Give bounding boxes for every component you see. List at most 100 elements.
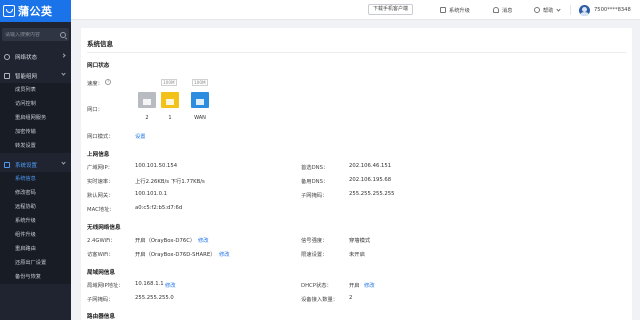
settings-icon [4, 161, 10, 168]
account-menu[interactable]: 7500****8348 [579, 4, 631, 16]
sidebar-search [2, 28, 69, 41]
ethernet-port-icon [161, 92, 179, 108]
lan-subnet-mask-value: 255.255.255.0 [135, 295, 174, 301]
section-router-info: 路由器信息 [87, 314, 115, 320]
sidebar-item-restart-router[interactable]: 重启路由 [0, 242, 71, 256]
dhcp-edit-link[interactable]: 修改 [364, 281, 375, 289]
port-speed-tag: 100M [161, 79, 177, 86]
sidebar-item-system-upgrade[interactable]: 系统升级 [0, 214, 71, 228]
messages-link[interactable]: 消息 [493, 5, 512, 15]
account-name: 7500****8348 [594, 7, 631, 13]
help-label: 帮助 [543, 7, 554, 14]
avatar [579, 4, 590, 16]
dhcp-status-label: DHCP状态： [301, 283, 332, 289]
sidebar-item-remote-assist[interactable]: 远程协助 [0, 200, 71, 214]
chevron-right-icon [61, 53, 66, 58]
sidebar-group-label: 系统设置 [15, 162, 38, 169]
lan-subnet-mask-label: 子网掩码： [87, 297, 114, 303]
section-lan-info: 局域网信息 [87, 270, 115, 276]
sidebar: 蒲公英 网络状态 智能组网 成员列表 访问控制 重启组网服务 加密传输 转发设置… [0, 0, 71, 320]
primary-dns-value: 202.106.46.151 [349, 163, 392, 169]
speed-limit-label: 限速设置： [301, 252, 328, 258]
main-panel: 系统信息 网口状态 速度： ? 100M 100M 网口： 2 1 WAN 网口… [81, 28, 632, 320]
wan-port-icon [191, 92, 209, 108]
sidebar-item-members[interactable]: 成员列表 [0, 83, 71, 97]
sidebar-item-restart-network[interactable]: 重启组网服务 [0, 111, 71, 125]
speed-label: 速度： [87, 81, 103, 87]
network-status-icon [4, 53, 10, 60]
port-name: 1 [168, 115, 172, 121]
lan-ip-label: 局域网IP地址： [87, 283, 124, 289]
default-gateway-label: 默认网关： [87, 193, 114, 199]
speed-limit-value: 未开启 [349, 252, 365, 258]
sidebar-item-system-info[interactable]: 系统信息 [0, 172, 71, 186]
port-mode-label: 网口模式： [87, 134, 114, 140]
help-icon[interactable]: ? [105, 79, 111, 85]
wan-subnet-mask-label: 子网掩码： [301, 193, 328, 199]
help-menu[interactable]: 帮助 [534, 5, 562, 15]
port-name: WAN [194, 115, 206, 121]
chevron-down-icon [61, 160, 66, 165]
sidebar-item-access-control[interactable]: 访问控制 [0, 97, 71, 111]
smart-network-icon [4, 72, 10, 79]
logo-text: 蒲公英 [18, 5, 53, 18]
sidebar-group-label: 网络状态 [15, 54, 38, 61]
wifi-24g-label: 2.4GWiFi： [87, 238, 116, 244]
default-gateway-value: 100.101.0.1 [135, 191, 168, 197]
connected-devices-value: 2 [349, 295, 353, 301]
wan-subnet-mask-value: 255.255.255.255 [349, 191, 395, 197]
section-wan-info: 上网信息 [87, 152, 110, 158]
sidebar-item-component-upgrade[interactable]: 组件升级 [0, 228, 71, 242]
logo[interactable]: 蒲公英 [0, 0, 71, 22]
port-mode-settings-link[interactable]: 设置 [135, 132, 146, 140]
top-bar: 下载手机客户端 系统升级 消息 帮助 7500****8348 [71, 0, 640, 20]
messages-label: 消息 [502, 7, 513, 14]
secondary-dns-label: 备用DNS： [301, 179, 329, 185]
wan-ip-value: 100.101.50.154 [135, 163, 178, 169]
system-upgrade-link[interactable]: 系统升级 [440, 5, 470, 15]
primary-dns-label: 首选DNS： [301, 165, 329, 171]
wifi-24g-edit-link[interactable]: 修改 [198, 236, 209, 244]
wifi-24g-value: 开启（OrayBox-D76C） [135, 238, 196, 244]
guest-wifi-label: 访客WiFi： [87, 252, 114, 258]
ethernet-port-icon [138, 92, 156, 108]
section-wifi-info: 无线网络信息 [87, 225, 121, 231]
sidebar-item-forwarding[interactable]: 转发设置 [0, 139, 71, 153]
port-label: 网口： [87, 107, 103, 113]
sidebar-group-smart-network[interactable]: 智能组网 [0, 68, 71, 83]
bell-icon [493, 7, 499, 13]
guest-wifi-value: 开启（OrayBox-D76D-SHARE） [135, 252, 216, 258]
realtime-rate-value: 上行2.26KB/s 下行1.77KB/s [135, 179, 205, 185]
sidebar-item-encryption[interactable]: 加密传输 [0, 125, 71, 139]
logo-icon [3, 5, 15, 17]
chevron-down-icon [61, 71, 66, 76]
system-upgrade-label: 系统升级 [449, 7, 470, 14]
lan-ip-value: 10.168.1.1 [135, 281, 164, 287]
secondary-dns-value: 202.106.195.68 [349, 177, 392, 183]
search-icon[interactable] [60, 31, 66, 38]
sidebar-item-backup-restore[interactable]: 备份与恢复 [0, 270, 71, 284]
sidebar-group-system-settings[interactable]: 系统设置 [0, 157, 71, 172]
sidebar-item-factory-reset[interactable]: 还原出厂设置 [0, 256, 71, 270]
mac-label: MAC地址： [87, 207, 115, 213]
connected-devices-label: 设备接入数量： [301, 297, 339, 303]
sidebar-item-change-password[interactable]: 修改密码 [0, 186, 71, 200]
sidebar-search-input[interactable] [5, 31, 60, 38]
guest-wifi-edit-link[interactable]: 修改 [219, 250, 230, 258]
chevron-down-icon [556, 6, 562, 12]
signal-strength-value: 穿墙模式 [349, 238, 371, 244]
sidebar-group-label: 智能组网 [15, 73, 38, 80]
section-port-status: 网口状态 [87, 63, 110, 69]
divider [87, 52, 626, 53]
help-icon [534, 7, 540, 13]
download-app-button[interactable]: 下载手机客户端 [368, 4, 414, 15]
wan-ip-label: 广域网IP： [87, 165, 113, 171]
port-name: 2 [145, 115, 149, 121]
divider [570, 5, 571, 15]
page-title: 系统信息 [87, 40, 113, 48]
sidebar-group-network-status[interactable]: 网络状态 [0, 49, 71, 64]
realtime-rate-label: 实时速率： [87, 179, 114, 185]
port-speed-tag: 100M [192, 79, 208, 86]
upgrade-icon [440, 7, 446, 13]
lan-ip-edit-link[interactable]: 修改 [165, 281, 176, 289]
